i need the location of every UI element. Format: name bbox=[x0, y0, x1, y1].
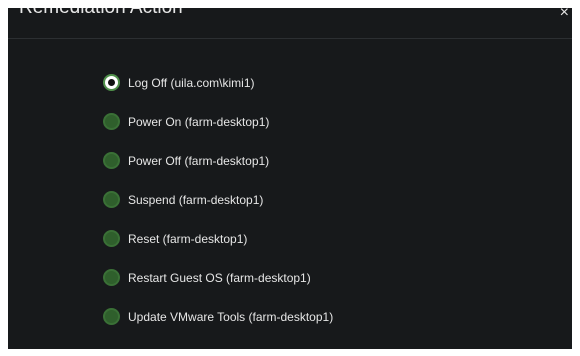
radio-button[interactable] bbox=[103, 191, 120, 208]
radio-button[interactable] bbox=[103, 308, 120, 325]
option-reset[interactable]: Reset (farm-desktop1) bbox=[103, 219, 333, 258]
close-icon[interactable]: × bbox=[560, 8, 569, 21]
remediation-dialog: Remediation Action × Log Off (uila.com\k… bbox=[8, 8, 572, 349]
option-label: Log Off (uila.com\kimi1) bbox=[128, 75, 255, 90]
option-label: Power Off (farm-desktop1) bbox=[128, 153, 270, 168]
radio-button[interactable] bbox=[103, 152, 120, 169]
remediation-options: Log Off (uila.com\kimi1) Power On (farm-… bbox=[103, 63, 333, 336]
option-label: Update VMware Tools (farm-desktop1) bbox=[128, 309, 334, 324]
option-restart-guest-os[interactable]: Restart Guest OS (farm-desktop1) bbox=[103, 258, 333, 297]
option-update-vmware-tools[interactable]: Update VMware Tools (farm-desktop1) bbox=[103, 297, 333, 336]
option-power-on[interactable]: Power On (farm-desktop1) bbox=[103, 102, 333, 141]
radio-button-checked[interactable] bbox=[103, 74, 120, 91]
radio-button[interactable] bbox=[103, 230, 120, 247]
option-suspend[interactable]: Suspend (farm-desktop1) bbox=[103, 180, 333, 219]
option-label: Suspend (farm-desktop1) bbox=[128, 192, 264, 207]
dialog-header: Remediation Action × bbox=[8, 8, 572, 39]
option-label: Reset (farm-desktop1) bbox=[128, 231, 248, 246]
radio-button[interactable] bbox=[103, 113, 120, 130]
dialog-title: Remediation Action bbox=[19, 8, 183, 19]
radio-button[interactable] bbox=[103, 269, 120, 286]
option-label: Restart Guest OS (farm-desktop1) bbox=[128, 270, 311, 285]
option-log-off[interactable]: Log Off (uila.com\kimi1) bbox=[103, 63, 333, 102]
option-power-off[interactable]: Power Off (farm-desktop1) bbox=[103, 141, 333, 180]
option-label: Power On (farm-desktop1) bbox=[128, 114, 270, 129]
